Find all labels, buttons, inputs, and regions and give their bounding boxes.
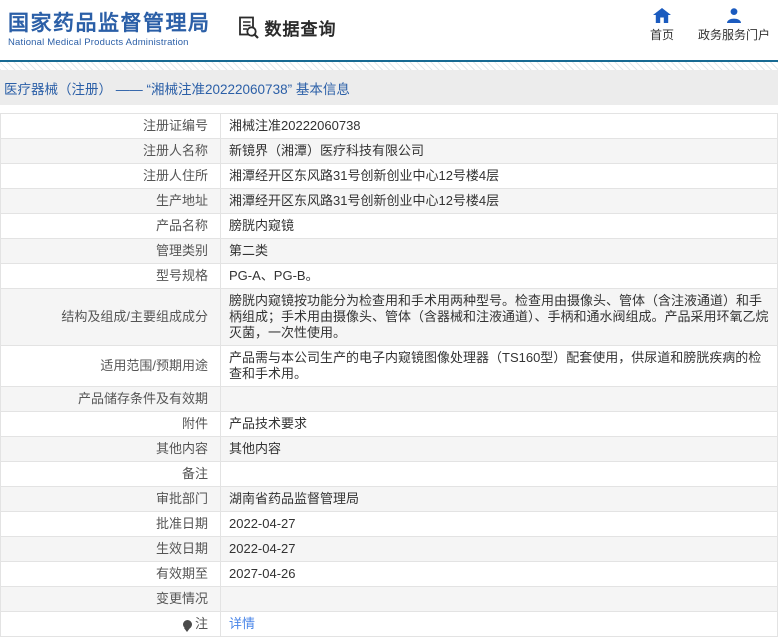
table-row: 其他内容 其他内容 <box>0 436 778 462</box>
table-row: 变更情况 <box>0 586 778 612</box>
row-value: 2022-04-27 <box>220 536 778 562</box>
table-row: 生效日期 2022-04-27 <box>0 536 778 562</box>
nav-home-label: 首页 <box>649 28 674 42</box>
table-row: 注册证编号 湘械注准20222060738 <box>0 113 778 139</box>
row-label: 其他内容 <box>0 436 221 462</box>
row-label: 结构及组成/主要组成成分 <box>0 288 221 346</box>
table-row: 产品名称 膀胱内窥镜 <box>0 213 778 239</box>
registration-info-table: 注册证编号 湘械注准20222060738 注册人名称 新镜界（湘潭）医疗科技有限公司… <box>0 113 778 637</box>
table-row: 有效期至 2027-04-26 <box>0 561 778 587</box>
row-value: 其他内容 <box>220 436 778 462</box>
row-value <box>220 586 778 612</box>
row-label: 审批部门 <box>0 486 221 512</box>
row-value: 湘潭经开区东风路31号创新创业中心12号楼4层 <box>220 163 778 189</box>
row-value: 湖南省药品监督管理局 <box>220 486 778 512</box>
row-value: PG-A、PG-B。 <box>220 263 778 289</box>
row-label: 附件 <box>0 411 221 437</box>
row-label: 产品储存条件及有效期 <box>0 386 221 412</box>
table-row: 审批部门 湖南省药品监督管理局 <box>0 486 778 512</box>
row-value: 产品技术要求 <box>220 411 778 437</box>
home-icon <box>652 8 671 23</box>
table-row: 注详情 <box>0 611 778 637</box>
row-value: 湘潭经开区东风路31号创新创业中心12号楼4层 <box>220 188 778 214</box>
table-row: 型号规格 PG-A、PG-B。 <box>0 263 778 289</box>
row-label: 生产地址 <box>0 188 221 214</box>
row-value: 湘械注准20222060738 <box>220 113 778 139</box>
nav-portal[interactable]: 政务服务门户 <box>698 8 770 43</box>
row-value: 新镜界（湘潭）医疗科技有限公司 <box>220 138 778 164</box>
nav-home[interactable]: 首页 <box>650 8 674 43</box>
row-label: 有效期至 <box>0 561 221 587</box>
table-row: 批准日期 2022-04-27 <box>0 511 778 537</box>
row-label: 产品名称 <box>0 213 221 239</box>
nav-portal-label: 政务服务门户 <box>697 28 770 42</box>
row-label: 生效日期 <box>0 536 221 562</box>
row-value: 产品需与本公司生产的电子内窥镜图像处理器（TS160型）配套使用，供尿道和膀胱疾… <box>220 345 778 387</box>
table-row: 注册人名称 新镜界（湘潭）医疗科技有限公司 <box>0 138 778 164</box>
row-value: 2027-04-26 <box>220 561 778 587</box>
row-value: 第二类 <box>220 238 778 264</box>
data-query-tab[interactable]: 数据查询 <box>237 15 337 40</box>
table-row: 注册人住所 湘潭经开区东风路31号创新创业中心12号楼4层 <box>0 163 778 189</box>
row-label: 型号规格 <box>0 263 221 289</box>
row-label: 备注 <box>0 461 221 487</box>
table-row: 适用范围/预期用途 产品需与本公司生产的电子内窥镜图像处理器（TS160型）配套使… <box>0 345 778 387</box>
top-nav: 首页 政务服务门户 <box>650 8 770 43</box>
nmpa-logo[interactable]: 国家药品监督管理局 National Medical Products Admi… <box>8 12 211 48</box>
breadcrumb-bar: 医疗器械（注册） —— “湘械注准20222060738” 基本信息 <box>0 70 778 105</box>
data-query-label: 数据查询 <box>264 19 337 39</box>
detail-link[interactable]: 详情 <box>229 616 255 631</box>
row-value: 2022-04-27 <box>220 511 778 537</box>
row-label: 注册证编号 <box>0 113 221 139</box>
hatch-decoration <box>0 62 778 70</box>
user-icon <box>726 8 742 23</box>
row-value <box>220 386 778 412</box>
data-query-icon <box>237 15 260 40</box>
row-label: 注册人名称 <box>0 138 221 164</box>
table-row: 备注 <box>0 461 778 487</box>
logo-title: 国家药品监督管理局 <box>8 12 211 35</box>
row-value: 膀胱内窥镜 <box>220 213 778 239</box>
row-label: 注 <box>0 611 221 637</box>
row-label: 管理类别 <box>0 238 221 264</box>
table-row: 产品储存条件及有效期 <box>0 386 778 412</box>
logo-subtitle: National Medical Products Administration <box>8 37 189 48</box>
row-value <box>220 461 778 487</box>
header: 国家药品监督管理局 National Medical Products Admi… <box>0 0 778 60</box>
table-row: 附件 产品技术要求 <box>0 411 778 437</box>
note-pin-icon <box>182 620 192 632</box>
row-value: 详情 <box>220 611 778 637</box>
row-label: 批准日期 <box>0 511 221 537</box>
table-row: 管理类别 第二类 <box>0 238 778 264</box>
row-label: 适用范围/预期用途 <box>0 345 221 387</box>
row-label: 变更情况 <box>0 586 221 612</box>
info-table-body: 注册证编号 湘械注准20222060738 注册人名称 新镜界（湘潭）医疗科技有限公司… <box>0 113 778 637</box>
row-value: 膀胱内窥镜按功能分为检查用和手术用两种型号。检查用由摄像头、管体（含注液通道）和… <box>220 288 778 346</box>
breadcrumb: 医疗器械（注册） —— “湘械注准20222060738” 基本信息 <box>4 81 350 97</box>
row-label: 注册人住所 <box>0 163 221 189</box>
table-row: 结构及组成/主要组成成分 膀胱内窥镜按功能分为检查用和手术用两种型号。检查用由摄像… <box>0 288 778 346</box>
table-row: 生产地址 湘潭经开区东风路31号创新创业中心12号楼4层 <box>0 188 778 214</box>
